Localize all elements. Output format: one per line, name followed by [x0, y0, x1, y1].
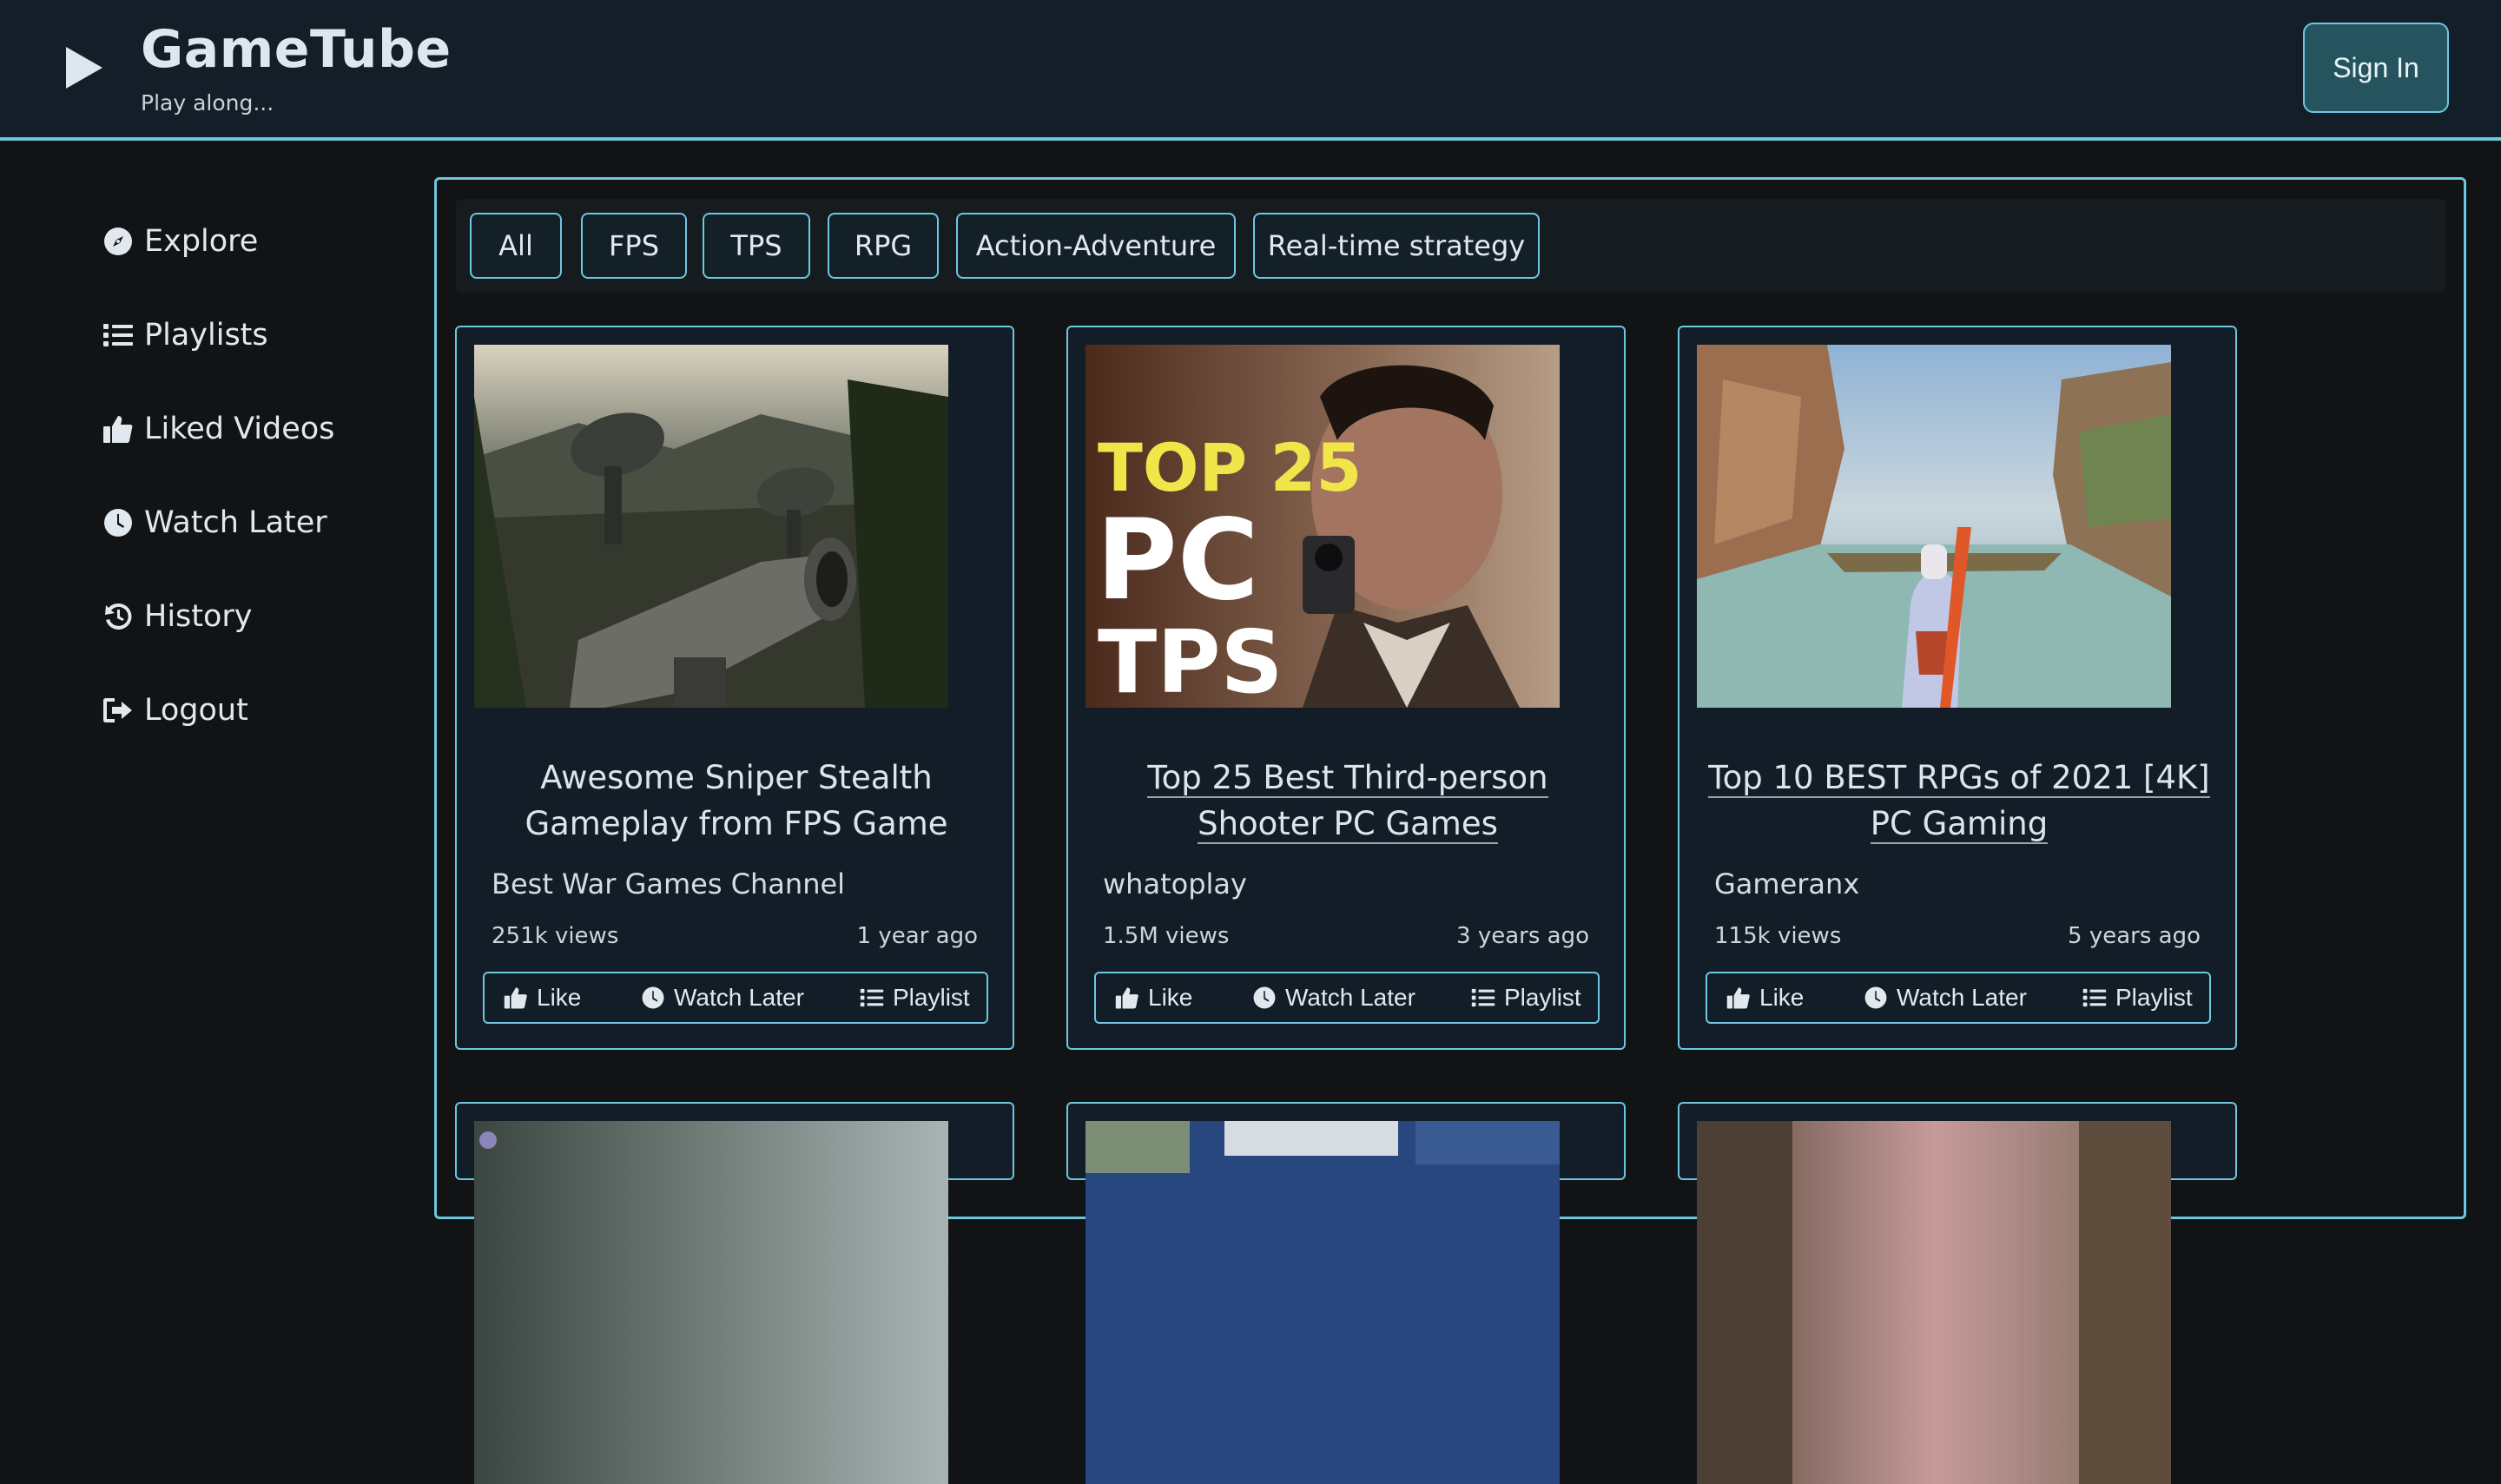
list-icon [2082, 988, 2107, 1007]
like-button[interactable]: Like [504, 973, 581, 1022]
upload-age: 5 years ago [2068, 923, 2201, 949]
app-header: GameTube Play along... Sign In [0, 0, 2501, 141]
filter-chip-real-time-strategy[interactable]: Real-time strategy [1253, 213, 1540, 279]
thumbs-up-icon [1115, 987, 1138, 1009]
video-title-text: Top 10 BEST RPGs of 2021 [4K] PC Gaming [1708, 759, 2210, 844]
playlist-label: Playlist [893, 984, 970, 1011]
category-filter-bar: All FPS TPS RPG Action-Adventure Real-ti… [456, 199, 2446, 293]
watch-later-label: Watch Later [1285, 984, 1415, 1011]
video-card[interactable] [455, 1102, 1014, 1484]
sidebar-item-explore[interactable]: Explore [102, 215, 258, 267]
video-title[interactable]: Top 10 BEST RPGs of 2021 [4K] PC Gaming [1706, 755, 2213, 847]
logout-icon [103, 698, 132, 722]
sidebar-item-label: Explore [144, 224, 259, 259]
view-count: 1.5M views [1103, 923, 1230, 949]
video-card[interactable]: Top 10 BEST RPGs of 2021 [4K] PC Gaming … [1678, 326, 2237, 1050]
thumb-text-tps: TPS [1098, 611, 1283, 708]
video-title[interactable]: Top 25 Best Third-person Shooter PC Game… [1094, 755, 1601, 847]
list-icon [860, 988, 884, 1007]
video-card[interactable] [1678, 1102, 2237, 1484]
thumbs-up-icon [103, 416, 133, 443]
video-thumbnail[interactable]: TOP 25 PC TPS [1086, 345, 1560, 708]
sidebar-item-watch-later[interactable]: Watch Later [102, 497, 327, 549]
view-count: 251k views [492, 923, 619, 949]
video-thumbnail[interactable] [474, 345, 948, 708]
playlist-label: Playlist [2115, 984, 2193, 1011]
city-street-image [1697, 1121, 2171, 1484]
history-icon [105, 603, 132, 630]
view-count: 115k views [1714, 923, 1842, 949]
thumbs-up-icon [1726, 987, 1750, 1009]
thumb-text-pc: PC [1096, 496, 1259, 625]
playlist-button[interactable]: Playlist [1471, 973, 1581, 1022]
clock-icon [1864, 986, 1887, 1009]
sidebar-item-logout[interactable]: Logout [102, 684, 248, 736]
clock-icon [1253, 986, 1276, 1009]
playlist-label: Playlist [1504, 984, 1581, 1011]
video-thumbnail[interactable] [474, 1121, 948, 1484]
like-label: Like [1148, 984, 1193, 1011]
list-icon [103, 324, 133, 346]
like-label: Like [537, 984, 582, 1011]
like-button[interactable]: Like [1726, 973, 1804, 1022]
sign-in-button[interactable]: Sign In [2303, 23, 2449, 113]
compass-icon [104, 228, 132, 255]
channel-name[interactable]: whatoplay [1103, 867, 1247, 900]
filter-chip-action-adventure[interactable]: Action-Adventure [956, 213, 1236, 279]
card-actions: Like Watch Later Playlist [1706, 972, 2211, 1024]
video-title-text: Top 25 Best Third-person Shooter PC Game… [1147, 759, 1548, 844]
sniper-scene-image [474, 345, 948, 708]
video-thumbnail[interactable] [1697, 1121, 2171, 1484]
list-icon [1471, 988, 1495, 1007]
filter-chip-fps[interactable]: FPS [581, 213, 687, 279]
sidebar-item-label: Playlists [144, 318, 268, 353]
rpg-landscape-image [1697, 345, 2171, 708]
play-logo-icon[interactable] [63, 43, 106, 92]
sidebar-item-history[interactable]: History [102, 590, 253, 643]
watch-later-label: Watch Later [1897, 984, 2027, 1011]
sidebar-item-label: Watch Later [144, 505, 327, 540]
video-title[interactable]: Awesome Sniper Stealth Gameplay from FPS… [483, 755, 990, 847]
card-actions: Like Watch Later Playlist [483, 972, 988, 1024]
clock-icon [104, 509, 132, 537]
misty-scene-image [474, 1121, 948, 1484]
playlist-button[interactable]: Playlist [860, 973, 970, 1022]
clock-icon [642, 986, 664, 1009]
channel-name[interactable]: Gameranx [1714, 867, 1859, 900]
upload-age: 3 years ago [1456, 923, 1589, 949]
video-card[interactable]: Awesome Sniper Stealth Gameplay from FPS… [455, 326, 1014, 1050]
filter-chip-all[interactable]: All [470, 213, 562, 279]
filter-chip-rpg[interactable]: RPG [828, 213, 939, 279]
like-button[interactable]: Like [1115, 973, 1192, 1022]
brand-tagline: Play along... [141, 90, 274, 115]
watch-later-button[interactable]: Watch Later [1864, 973, 2027, 1022]
filter-chip-tps[interactable]: TPS [703, 213, 810, 279]
watch-later-button[interactable]: Watch Later [1252, 973, 1415, 1022]
video-card[interactable] [1066, 1102, 1626, 1484]
tps-promo-image: TOP 25 PC TPS [1086, 345, 1560, 708]
sidebar-item-label: Liked Videos [144, 412, 335, 446]
sidebar-item-label: History [144, 599, 253, 634]
like-label: Like [1759, 984, 1805, 1011]
thumbs-up-icon [504, 987, 527, 1009]
sidebar-item-playlists[interactable]: Playlists [102, 309, 268, 361]
card-actions: Like Watch Later Playlist [1094, 972, 1600, 1024]
upload-age: 1 year ago [856, 923, 978, 949]
watch-later-label: Watch Later [674, 984, 804, 1011]
strategy-map-image [1086, 1121, 1560, 1484]
channel-name[interactable]: Best War Games Channel [492, 867, 845, 900]
video-thumbnail[interactable] [1086, 1121, 1560, 1484]
brand-title[interactable]: GameTube [141, 19, 452, 80]
sidebar-item-label: Logout [144, 693, 248, 728]
video-thumbnail[interactable] [1697, 345, 2171, 708]
video-feed-panel: All FPS TPS RPG Action-Adventure Real-ti… [434, 177, 2466, 1484]
sidebar-item-liked-videos[interactable]: Liked Videos [102, 403, 334, 455]
playlist-button[interactable]: Playlist [2082, 973, 2193, 1022]
watch-later-button[interactable]: Watch Later [641, 973, 804, 1022]
video-card[interactable]: TOP 25 PC TPS Top 25 Best Third-person S… [1066, 326, 1626, 1050]
thumb-text-top25: TOP 25 [1098, 429, 1362, 506]
